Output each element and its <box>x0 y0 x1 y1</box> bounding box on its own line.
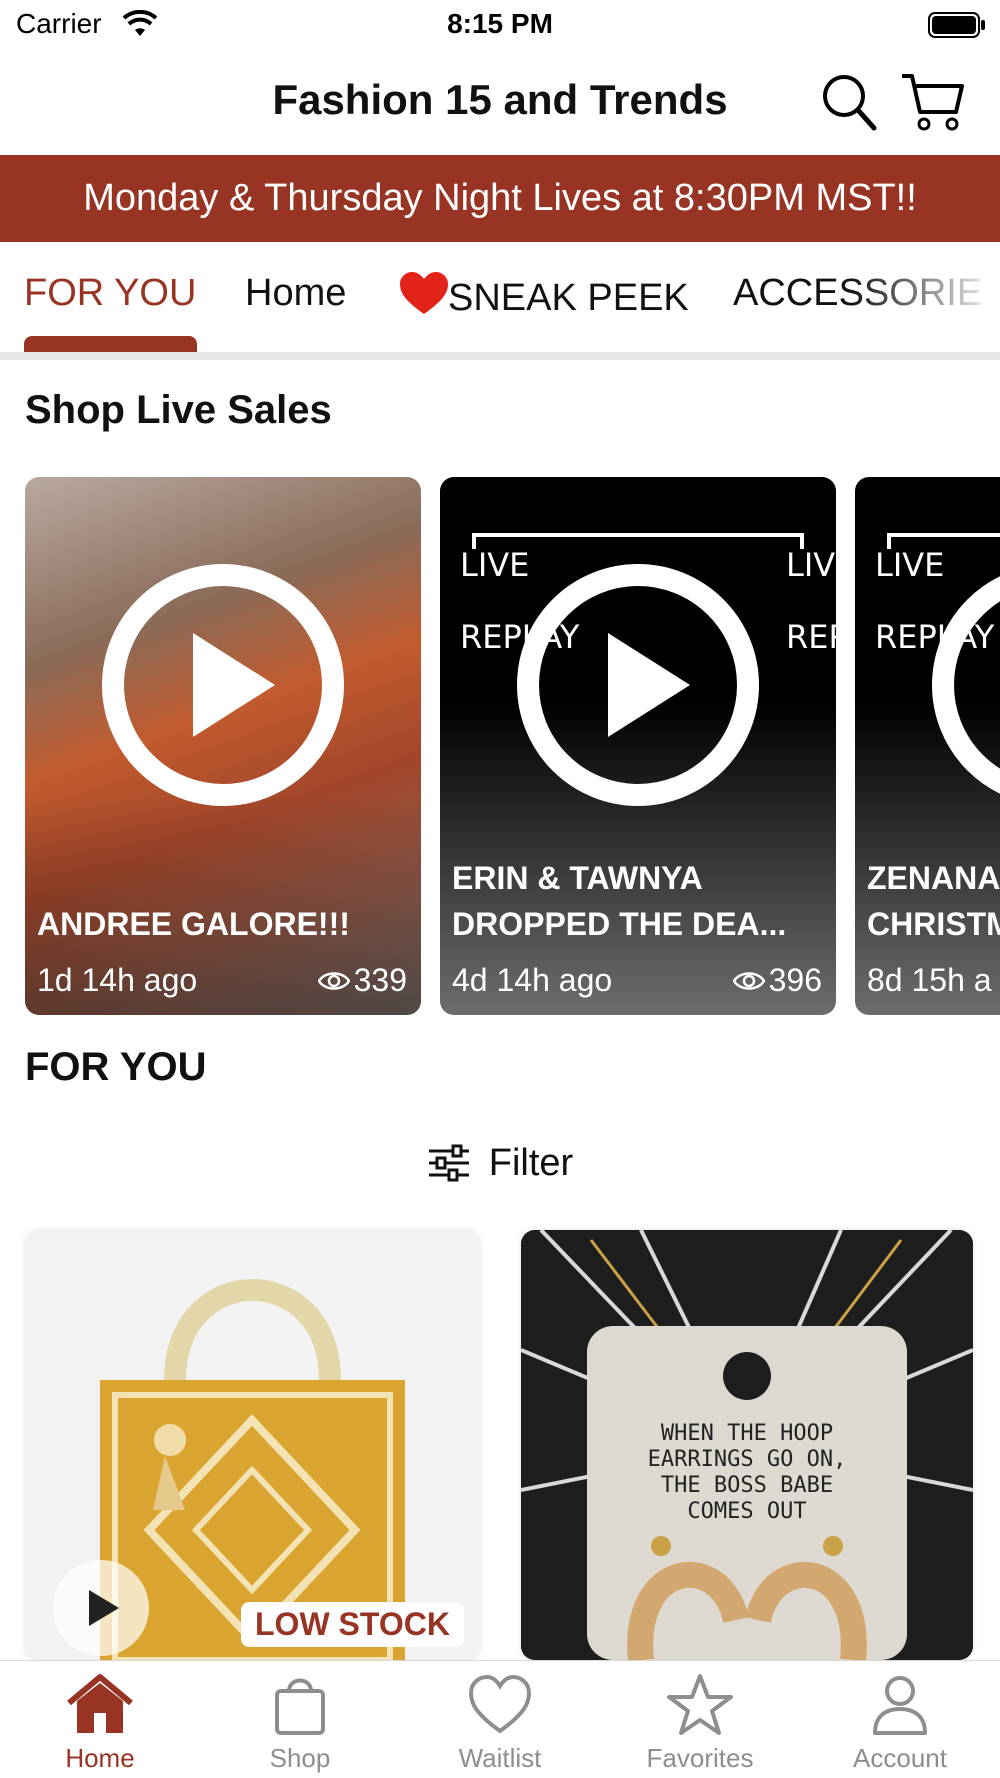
sliders-icon <box>428 1144 469 1182</box>
promo-banner-text: Monday & Thursday Night Lives at 8:30PM … <box>83 177 917 219</box>
tab-sneak-peek[interactable]: SNEAK PEEK <box>400 272 689 320</box>
filter-button[interactable]: Filter <box>0 1135 1000 1191</box>
star-icon <box>667 1674 733 1735</box>
product-card-earrings[interactable]: WHEN THE HOOP EARRINGS GO ON, THE BOSS B… <box>521 1230 973 1660</box>
play-icon[interactable] <box>931 563 1000 807</box>
tab-label: SNEAK PEEK <box>448 277 689 319</box>
bottom-nav: Home Shop Waitlist Favorites Account <box>0 1660 1000 1778</box>
nav-label: Account <box>853 1743 947 1773</box>
live-sales-carousel[interactable]: ANDREE GALORE!!! 1d 14h ago 339 LIVE REP… <box>0 477 1000 1017</box>
person-icon <box>873 1676 927 1735</box>
live-sale-card[interactable]: LIVE REPLAY ZENANA CHRISTM 8d 15h a <box>855 477 1000 1015</box>
nav-label: Home <box>65 1743 135 1773</box>
svg-text:WHEN THE HOOP: WHEN THE HOOP <box>661 1421 833 1446</box>
heart-outline-icon <box>468 1674 532 1734</box>
eye-icon <box>317 971 350 990</box>
nav-favorites[interactable]: Favorites <box>600 1673 800 1774</box>
active-tab-indicator <box>24 336 197 352</box>
video-play-icon[interactable] <box>53 1560 149 1656</box>
tab-for-you[interactable]: FOR YOU <box>24 272 196 315</box>
category-tab-bar: FOR YOU Home SNEAK PEEK ACCESSORIE <box>0 242 1000 360</box>
app-header: Fashion 15 and Trends <box>0 50 1000 155</box>
views-count: 396 <box>768 962 822 998</box>
nav-label: Shop <box>269 1743 331 1773</box>
svg-text:THE BOSS BABE: THE BOSS BABE <box>661 1473 833 1498</box>
earrings-image: WHEN THE HOOP EARRINGS GO ON, THE BOSS B… <box>521 1230 973 1660</box>
home-icon <box>67 1674 133 1733</box>
status-time: 8:15 PM <box>447 8 553 39</box>
product-card-tote[interactable]: LOW STOCK <box>25 1230 480 1660</box>
cart-icon[interactable] <box>900 70 964 132</box>
filter-label: Filter <box>488 1141 574 1184</box>
nav-label: Favorites <box>646 1743 754 1773</box>
heart-icon <box>400 272 448 314</box>
nav-home[interactable]: Home <box>0 1673 200 1774</box>
replay-text-right: LIVE REPLAY <box>786 546 836 656</box>
svg-text:EARRINGS GO ON,: EARRINGS GO ON, <box>648 1447 847 1472</box>
bag-icon <box>275 1678 325 1735</box>
live-sale-time: 4d 14h ago <box>452 962 613 998</box>
nav-account[interactable]: Account <box>800 1673 1000 1774</box>
live-sale-views: 339 <box>317 962 407 999</box>
svg-text:COMES OUT: COMES OUT <box>687 1499 806 1524</box>
live-sale-title: ERIN & TAWNYA DROPPED THE DEA... <box>452 860 787 942</box>
battery-icon <box>928 12 985 38</box>
section-title-for-you: FOR YOU <box>25 1045 207 1089</box>
nav-waitlist[interactable]: Waitlist <box>400 1673 600 1774</box>
search-icon[interactable] <box>820 70 878 132</box>
low-stock-badge: LOW STOCK <box>241 1602 464 1647</box>
status-bar: Carrier 8:15 PM <box>0 0 1000 50</box>
live-sale-time: 1d 14h ago <box>37 962 198 998</box>
tab-fade-overlay <box>850 242 1000 352</box>
replay-text-left: LIVE REPLAY <box>460 546 580 656</box>
nav-label: Waitlist <box>458 1743 542 1773</box>
section-title-live-sales: Shop Live Sales <box>25 388 332 432</box>
tab-label: Home <box>245 272 347 314</box>
live-sale-card[interactable]: ANDREE GALORE!!! 1d 14h ago 339 <box>25 477 421 1015</box>
live-sale-time: 8d 15h a <box>867 962 992 998</box>
replay-text-left: LIVE REPLAY <box>875 546 995 656</box>
promo-banner[interactable]: Monday & Thursday Night Lives at 8:30PM … <box>0 155 1000 242</box>
eye-icon <box>732 971 765 990</box>
nav-shop[interactable]: Shop <box>200 1673 400 1774</box>
play-icon[interactable] <box>101 563 345 807</box>
live-sale-views: 396 <box>732 962 822 999</box>
play-icon[interactable] <box>516 563 760 807</box>
views-count: 339 <box>353 962 407 998</box>
live-sale-title: ZENANA CHRISTM <box>867 860 1000 942</box>
live-sale-title: ANDREE GALORE!!! <box>37 906 350 942</box>
live-sale-card[interactable]: LIVE REPLAY LIVE REPLAY ERIN & TAWNYA DR… <box>440 477 836 1015</box>
tab-home[interactable]: Home <box>245 272 346 315</box>
tab-label: FOR YOU <box>24 272 197 314</box>
